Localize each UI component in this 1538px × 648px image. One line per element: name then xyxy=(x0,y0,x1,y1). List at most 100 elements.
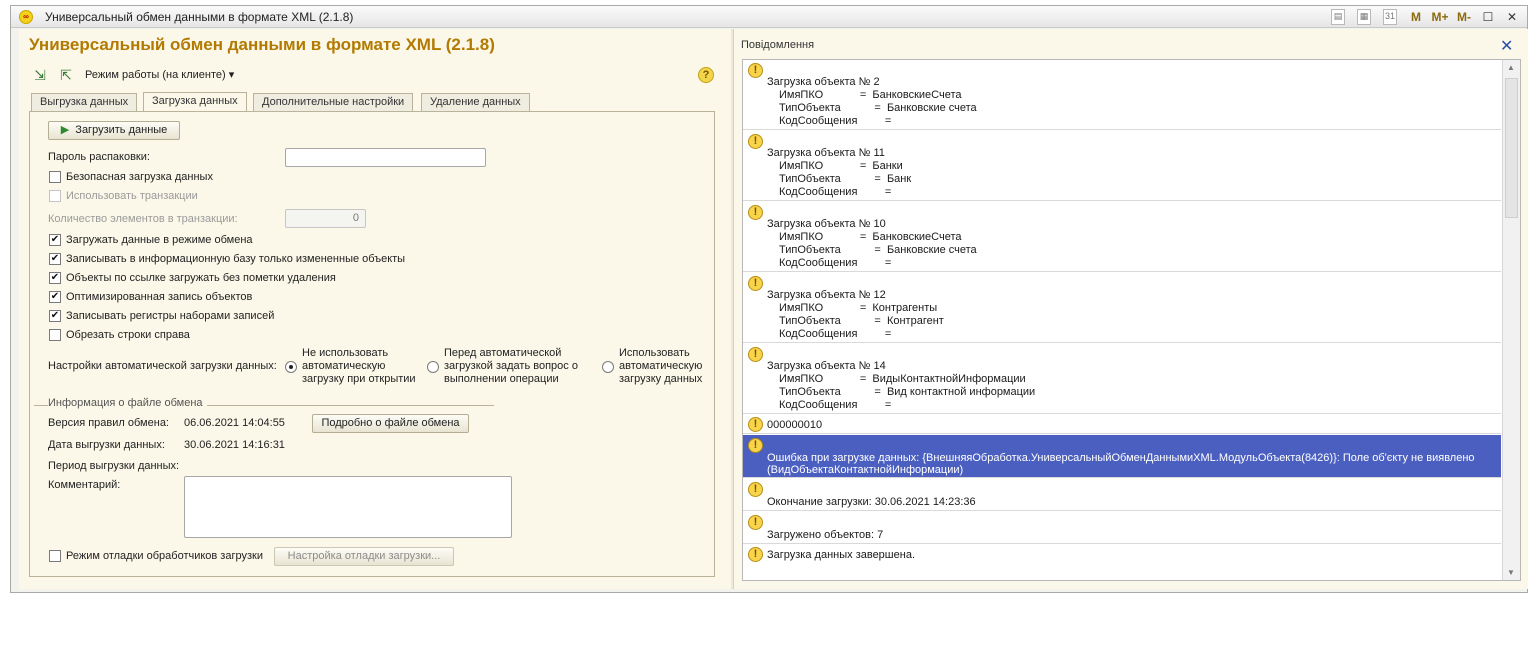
debug-settings-button[interactable]: Настройка отладки загрузки... xyxy=(274,547,454,566)
scroll-down-icon[interactable]: ▼ xyxy=(1507,568,1515,577)
message-line: ТипОбъекта = Банк xyxy=(779,173,912,185)
message-line: Загрузка объекта № 11 xyxy=(767,147,885,159)
option-checkbox-register-sets[interactable]: ✔ xyxy=(49,310,61,322)
debug-mode-checkbox[interactable] xyxy=(49,550,61,562)
option-checkbox-no-deletion-mark[interactable]: ✔ xyxy=(49,272,61,284)
rules-version-label: Версия правил обмена: xyxy=(48,417,169,429)
message-line: ТипОбъекта = Банковские счета xyxy=(779,102,977,114)
document-icon[interactable]: ▤ xyxy=(1331,9,1345,25)
warning-icon: ! xyxy=(748,205,763,220)
option-checkbox-optimized-write[interactable]: ✔ xyxy=(49,291,61,303)
message-line: ТипОбъекта = Контрагент xyxy=(779,315,944,327)
option-label-changed-only: Записывать в информационную базу только … xyxy=(66,253,406,265)
message-line: ИмяПКО = Банки xyxy=(779,160,903,172)
messages-list[interactable]: ! Загрузка объекта № 2 ИмяПКО = Банковск… xyxy=(742,59,1521,581)
form-panel: Универсальный обмен данными в формате XM… xyxy=(19,29,731,589)
warning-icon: ! xyxy=(748,547,763,562)
tab-delete-data[interactable]: Удаление данных xyxy=(421,93,530,112)
message-item[interactable]: ! Загрузка объекта № 12 ИмяПКО = Контраг… xyxy=(743,273,1501,343)
password-input[interactable] xyxy=(285,148,486,167)
scroll-up-icon[interactable]: ▲ xyxy=(1507,63,1515,72)
mode-dropdown[interactable]: Режим работы (на клиенте) ▾ xyxy=(85,68,234,81)
option-checkbox-trim-right[interactable] xyxy=(49,329,61,341)
message-line: ТипОбъекта = Вид контактной информации xyxy=(779,386,1036,398)
export-period-label: Период выгрузки данных: xyxy=(48,460,180,472)
message-line: Ошибка при загрузке данных: {ВнешняяОбра… xyxy=(767,452,1475,464)
radio-dot-icon xyxy=(289,365,293,369)
message-item[interactable]: ! Загрузка объекта № 11 ИмяПКО = Банки Т… xyxy=(743,131,1501,201)
export-date-label: Дата выгрузки данных: xyxy=(48,439,165,451)
auto-load-radio-use[interactable] xyxy=(602,361,614,373)
export-icon[interactable]: ⇲ xyxy=(31,66,49,84)
message-line: ИмяПКО = ВидыКонтактнойИнформации xyxy=(779,373,1026,385)
tx-count-label: Количество элементов в транзакции: xyxy=(48,213,238,225)
message-line: Загружено объектов: 7 xyxy=(767,529,884,541)
close-window-icon[interactable]: ✕ xyxy=(1505,9,1519,25)
message-line: ИмяПКО = БанковскиеСчета xyxy=(779,231,962,243)
tab-additional-settings[interactable]: Дополнительные настройки xyxy=(253,93,414,112)
maximize-icon[interactable]: ☐ xyxy=(1481,9,1495,25)
auto-load-option-ask: Перед автоматической загрузкой задать во… xyxy=(444,347,578,385)
message-item[interactable]: ! Загрузка объекта № 2 ИмяПКО = Банковск… xyxy=(743,60,1501,130)
use-transactions-label: Использовать транзакции xyxy=(66,190,198,202)
debug-mode-label: Режим отладки обработчиков загрузки xyxy=(66,550,263,562)
scroll-thumb[interactable] xyxy=(1505,78,1518,218)
calendar-icon[interactable]: 31 xyxy=(1383,9,1397,25)
tab-export[interactable]: Выгрузка данных xyxy=(31,93,138,112)
message-item[interactable]: ! Загружено объектов: 7 xyxy=(743,512,1501,544)
message-line: Загрузка объекта № 14 xyxy=(767,360,886,372)
option-checkbox-changed-only[interactable]: ✔ xyxy=(49,253,61,265)
message-item[interactable]: ! Окончание загрузки: 30.06.2021 14:23:3… xyxy=(743,479,1501,511)
option-label-register-sets: Записывать регистры наборами записей xyxy=(66,310,275,322)
message-line: КодСообщения = xyxy=(779,399,892,411)
tx-count-input[interactable]: 0 xyxy=(285,209,366,228)
warning-icon: ! xyxy=(748,276,763,291)
warning-icon: ! xyxy=(748,417,763,432)
play-icon: ▶ xyxy=(60,124,70,136)
auto-load-radio-ask[interactable] xyxy=(427,361,439,373)
mode-label: Режим работы (на клиенте) xyxy=(85,69,226,81)
load-data-button[interactable]: ▶ Загрузить данные xyxy=(48,121,180,140)
safe-load-checkbox[interactable] xyxy=(49,171,61,183)
window-title: Универсальный обмен данными в формате XM… xyxy=(45,10,354,24)
message-item[interactable]: ! Загрузка данных завершена. xyxy=(743,545,1501,565)
option-checkbox-exchange-mode[interactable]: ✔ xyxy=(49,234,61,246)
auto-load-radio-none[interactable] xyxy=(285,361,297,373)
warning-icon: ! xyxy=(748,347,763,362)
memory-plus-button[interactable]: M+ xyxy=(1429,9,1451,25)
message-line: Загрузка объекта № 10 xyxy=(767,218,886,230)
message-item-selected[interactable]: ! Ошибка при загрузке данных: {ВнешняяОб… xyxy=(743,435,1501,478)
message-line: Окончание загрузки: 30.06.2021 14:23:36 xyxy=(767,496,976,508)
messages-scrollbar[interactable]: ▲ ▼ xyxy=(1502,60,1520,580)
option-label-no-deletion-mark: Объекты по ссылке загружать без пометки … xyxy=(66,272,336,284)
comment-textarea[interactable] xyxy=(184,476,512,538)
option-label-optimized-write: Оптимизированная запись объектов xyxy=(66,291,253,303)
memory-minus-button[interactable]: M- xyxy=(1454,9,1474,25)
message-item[interactable]: ! Загрузка объекта № 10 ИмяПКО = Банковс… xyxy=(743,202,1501,272)
message-item[interactable]: ! 000000010 xyxy=(743,415,1501,434)
option-label-trim-right: Обрезать строки справа xyxy=(66,329,190,341)
help-icon[interactable]: ? xyxy=(698,67,714,83)
message-line: Загрузка данных завершена. xyxy=(767,549,915,561)
auto-load-label: Настройки автоматической загрузки данных… xyxy=(48,360,277,372)
password-label: Пароль распаковки: xyxy=(48,151,150,163)
message-item[interactable]: ! Загрузка объекта № 14 ИмяПКО = ВидыКон… xyxy=(743,344,1501,414)
auto-load-option-none: Не использовать автоматическую загрузку … xyxy=(302,347,416,385)
calculator-icon[interactable]: ▦ xyxy=(1357,9,1371,25)
message-line: КодСообщения = xyxy=(779,115,892,127)
main-window: ∞ Универсальный обмен данными в формате … xyxy=(10,5,1528,593)
message-line: КодСообщения = xyxy=(779,257,892,269)
warning-icon: ! xyxy=(748,515,763,530)
rules-version-value: 06.06.2021 14:04:55 xyxy=(184,417,285,429)
import-icon[interactable]: ⇱ xyxy=(57,66,75,84)
message-line: ИмяПКО = БанковскиеСчета xyxy=(779,89,962,101)
app-logo-icon: ∞ xyxy=(19,10,33,24)
message-line: 000000010 xyxy=(767,419,823,431)
details-button[interactable]: Подробно о файле обмена xyxy=(312,414,469,433)
close-messages-icon[interactable]: ✕ xyxy=(1500,36,1513,56)
load-data-label: Загрузить данные xyxy=(75,124,168,136)
memory-m-button[interactable]: M xyxy=(1409,9,1423,25)
use-transactions-checkbox[interactable] xyxy=(49,190,61,202)
message-line: Загрузка объекта № 2 xyxy=(767,76,880,88)
tab-import[interactable]: Загрузка данных xyxy=(143,92,247,112)
